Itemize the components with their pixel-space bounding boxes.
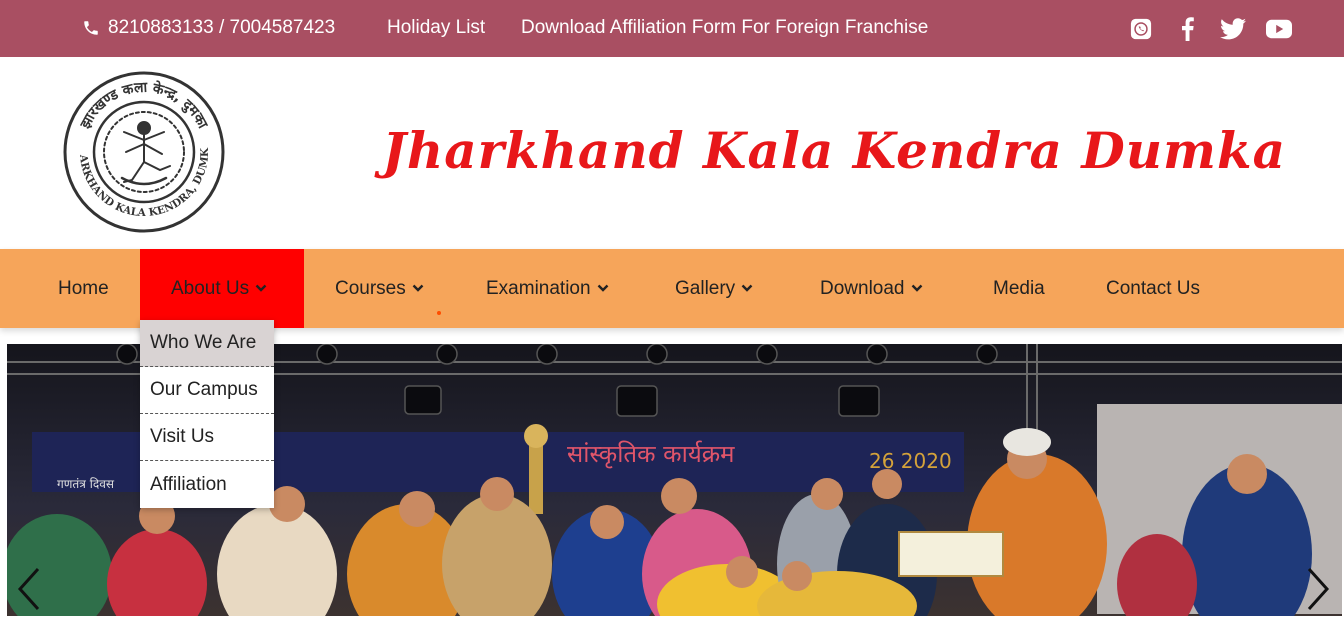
chevron-down-icon xyxy=(255,284,267,292)
nav-examination[interactable]: Examination xyxy=(486,249,609,328)
chevron-down-icon xyxy=(911,284,922,292)
nav-label: Contact Us xyxy=(1106,277,1200,299)
dropdown-item-our-campus[interactable]: Our Campus xyxy=(140,367,274,414)
dropdown-item-affiliation[interactable]: Affiliation xyxy=(140,461,274,508)
nav-label: Home xyxy=(58,277,109,299)
nav-label: Download xyxy=(820,277,905,299)
main-nav: Home About Us Courses Examination Galler… xyxy=(0,249,1344,328)
nav-contact-us[interactable]: Contact Us xyxy=(1106,249,1200,328)
phone-icon xyxy=(84,21,98,35)
chevron-down-icon xyxy=(597,284,608,292)
youtube-icon[interactable] xyxy=(1266,16,1292,42)
social-links xyxy=(1128,16,1292,42)
nav-label: Gallery xyxy=(675,277,736,299)
site-logo[interactable]: झारखण्ड कला केन्द्र, दुमका JHARKHAND KAL… xyxy=(57,61,226,234)
facebook-icon[interactable] xyxy=(1174,16,1200,42)
banner-side-text: गणतंत्र दिवस xyxy=(57,477,115,491)
nav-label: Courses xyxy=(335,277,406,299)
nav-label: Media xyxy=(993,277,1045,299)
nav-label: Examination xyxy=(486,277,591,299)
banner-year: 26 2020 xyxy=(869,449,952,473)
phone-number: 8210883133 / 7004587423 xyxy=(108,17,336,38)
affiliation-form-link[interactable]: Download Affiliation Form For Foreign Fr… xyxy=(521,16,928,40)
dropdown-item-visit-us[interactable]: Visit Us xyxy=(140,414,274,461)
phone-contact[interactable]: 8210883133 / 7004587423 xyxy=(82,16,335,40)
nav-courses[interactable]: Courses xyxy=(335,249,424,328)
twitter-icon[interactable] xyxy=(1220,16,1246,42)
holiday-list-link[interactable]: Holiday List xyxy=(387,16,485,40)
nav-gallery[interactable]: Gallery xyxy=(675,249,753,328)
nav-media[interactable]: Media xyxy=(993,249,1045,328)
site-title: Jharkhand Kala Kendra Dumka xyxy=(382,121,1286,180)
whatsapp-icon[interactable] xyxy=(1128,16,1154,42)
slider-prev-arrow[interactable] xyxy=(14,565,44,613)
dropdown-item-who-we-are[interactable]: Who We Are xyxy=(140,320,274,367)
banner-text: सांस्कृतिक कार्यक्रम xyxy=(567,440,735,469)
chevron-down-icon xyxy=(412,284,424,292)
slider-next-arrow[interactable] xyxy=(1303,565,1333,613)
nav-indicator-dot xyxy=(437,311,441,315)
nav-about-us[interactable]: About Us xyxy=(140,249,304,328)
nav-label: About Us xyxy=(171,277,250,299)
nav-download[interactable]: Download xyxy=(820,249,923,328)
about-us-dropdown: Who We Are Our Campus Visit Us Affiliati… xyxy=(140,320,274,508)
chevron-down-icon xyxy=(741,284,753,292)
top-bar: 8210883133 / 7004587423 Holiday List Dow… xyxy=(0,0,1344,57)
site-header: झारखण्ड कला केन्द्र, दुमका JHARKHAND KAL… xyxy=(0,57,1344,249)
nav-home[interactable]: Home xyxy=(58,249,109,328)
